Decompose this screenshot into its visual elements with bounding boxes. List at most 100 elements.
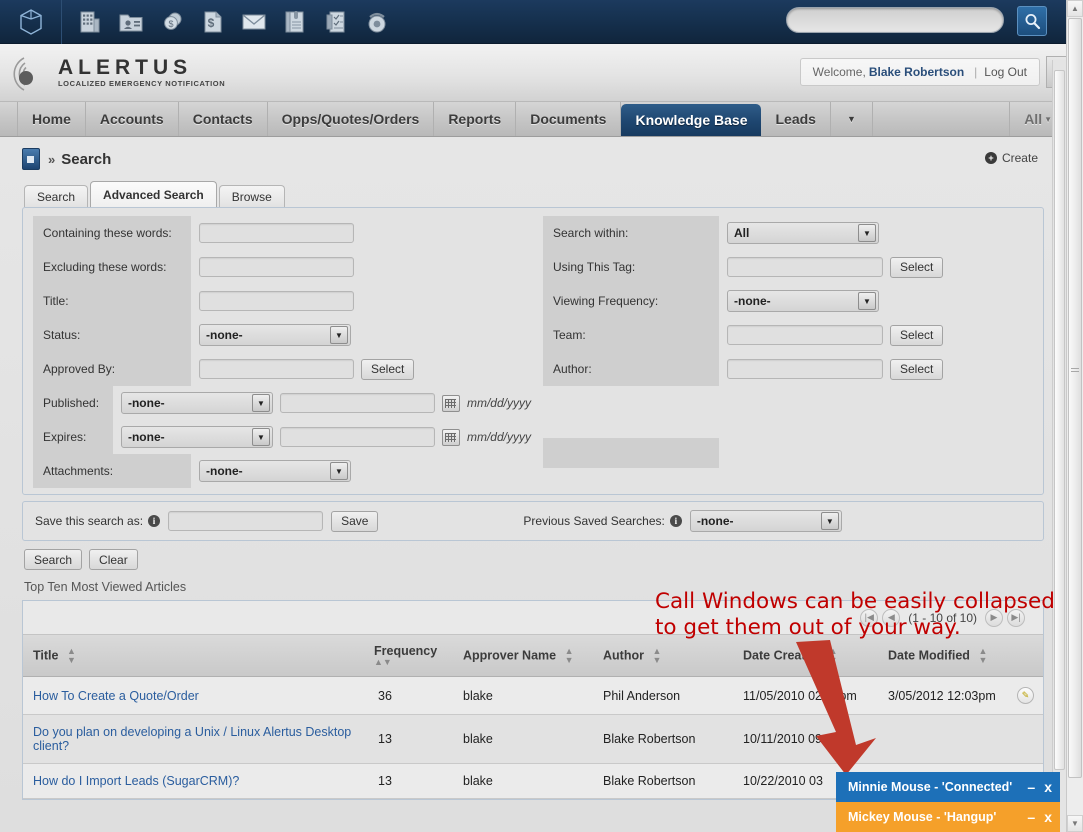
field-label: Expires:	[33, 420, 113, 454]
expires-operator-select[interactable]: -none- ▼	[120, 426, 273, 448]
title-input[interactable]	[199, 291, 354, 311]
status-select-value: -none-	[206, 328, 243, 342]
nav-tab-leads[interactable]: Leads	[761, 102, 831, 136]
info-icon[interactable]: i	[669, 515, 682, 527]
nav-tab-knowledge-base[interactable]: Knowledge Base	[621, 104, 762, 136]
nav-tab-opps-quotes-orders[interactable]: Opps/Quotes/Orders	[268, 102, 435, 136]
notebook-icon[interactable]	[283, 9, 307, 35]
minimize-icon[interactable]: –	[1027, 809, 1035, 825]
tab-search[interactable]: Search	[24, 185, 89, 207]
attachments-select[interactable]: -none- ▼	[199, 460, 351, 482]
pencil-icon[interactable]: ✎	[1017, 687, 1034, 704]
field-status: Status: -none- ▼	[33, 318, 531, 352]
column-header-frequency[interactable]: Frequency ▲▼	[368, 635, 453, 677]
close-icon[interactable]: x	[1044, 809, 1052, 825]
save-search-input[interactable]	[168, 511, 324, 531]
minimize-icon[interactable]: –	[1027, 779, 1035, 795]
field-label: Title:	[33, 284, 191, 318]
field-label: Search within:	[543, 216, 719, 250]
nav-tab-contacts[interactable]: Contacts	[179, 102, 268, 136]
nav-tab-home[interactable]: Home	[18, 102, 86, 136]
calendar-icon[interactable]	[441, 394, 460, 412]
coins-icon[interactable]: $	[160, 9, 184, 35]
previous-saved-searches-select[interactable]: -none- ▼	[689, 510, 842, 532]
global-toolbar: $ $	[0, 0, 1066, 44]
nav-more-button[interactable]: ▼	[831, 102, 873, 136]
tab-browse[interactable]: Browse	[218, 185, 285, 207]
published-operator-select[interactable]: -none- ▼	[120, 392, 273, 414]
brand-header: ALERTUS LOCALIZED EMERGENCY NOTIFICATION…	[0, 44, 1066, 102]
team-input[interactable]	[727, 325, 883, 345]
field-search-within: Search within: All ▼	[543, 216, 1033, 250]
team-select-button[interactable]: Select	[890, 324, 944, 346]
global-search-button[interactable]	[1017, 6, 1047, 36]
column-header-author[interactable]: Author ▲ ▼	[593, 635, 733, 677]
checklist-icon[interactable]	[324, 9, 348, 35]
field-label: Team:	[543, 318, 719, 352]
article-link[interactable]: How do I Import Leads (SugarCRM)?	[33, 774, 239, 788]
scrollbar-thumb[interactable]	[1068, 18, 1082, 778]
right-column-filler	[543, 438, 719, 468]
approved-by-select-button[interactable]: Select	[361, 358, 415, 380]
column-header-actions	[1007, 635, 1043, 677]
call-window-title: Minnie Mouse - 'Connected'	[848, 780, 1013, 794]
scroll-up-icon[interactable]: ▲	[1067, 0, 1083, 17]
global-search-box[interactable]	[786, 7, 1004, 33]
cell-title: Do you plan on developing a Unix / Linux…	[23, 714, 368, 764]
app-logo-cube[interactable]	[0, 0, 62, 44]
author-input[interactable]	[727, 359, 883, 379]
building-icon[interactable]	[78, 9, 102, 35]
field-viewing-frequency: Viewing Frequency: -none- ▼	[543, 284, 1033, 318]
search-within-select[interactable]: All ▼	[727, 222, 879, 244]
vertical-scrollbar[interactable]: ▲ ▼	[1066, 0, 1083, 832]
advanced-search-panel: Containing these words: Excluding these …	[22, 207, 1044, 495]
status-select[interactable]: -none- ▼	[199, 324, 351, 346]
chevron-down-icon: ▼	[251, 428, 270, 446]
search-button[interactable]: Search	[24, 549, 83, 570]
column-header-title[interactable]: Title ▲ ▼	[23, 635, 368, 677]
close-icon[interactable]: x	[1044, 779, 1052, 795]
article-link[interactable]: Do you plan on developing a Unix / Linux…	[33, 725, 351, 753]
calendar-icon[interactable]	[441, 428, 460, 446]
inner-scrollbar-thumb[interactable]	[1054, 70, 1065, 770]
published-date-input[interactable]	[279, 393, 435, 413]
info-icon[interactable]: i	[148, 515, 161, 527]
telephone-icon[interactable]	[365, 9, 389, 35]
save-search-button[interactable]: Save	[331, 510, 379, 532]
excluding-words-input[interactable]	[199, 257, 354, 277]
scroll-down-icon[interactable]: ▼	[1067, 815, 1083, 832]
nav-tab-documents[interactable]: Documents	[516, 102, 622, 136]
nav-tab-accounts[interactable]: Accounts	[86, 102, 179, 136]
cell-author: Phil Anderson	[593, 676, 733, 715]
right-column-spacer	[543, 386, 1033, 438]
dollar-document-icon[interactable]: $	[201, 9, 225, 35]
envelope-icon[interactable]	[242, 9, 266, 35]
tab-advanced-search[interactable]: Advanced Search	[90, 181, 217, 207]
tag-select-button[interactable]: Select	[890, 256, 944, 278]
call-window-mickey-mouse[interactable]: Mickey Mouse - 'Hangup' – x	[836, 802, 1060, 832]
using-this-tag-input[interactable]	[727, 257, 883, 277]
field-using-this-tag: Using This Tag: Select	[543, 250, 1033, 284]
nav-tab-reports[interactable]: Reports	[434, 102, 517, 136]
create-button[interactable]: + Create	[984, 151, 1038, 165]
approved-by-input[interactable]	[199, 359, 354, 379]
magnifier-icon	[1025, 13, 1040, 29]
global-search-input[interactable]	[787, 8, 1003, 32]
welcome-prefix: Welcome,	[812, 65, 866, 79]
attachments-select-value: -none-	[206, 464, 243, 478]
expires-date-input[interactable]	[279, 427, 435, 447]
author-select-button[interactable]: Select	[890, 358, 944, 380]
cell-actions: ✎	[1007, 676, 1043, 715]
containing-words-input[interactable]	[199, 223, 354, 243]
column-header-approver-name[interactable]: Approver Name ▲ ▼	[453, 635, 593, 677]
logout-link[interactable]: Log Out	[984, 65, 1027, 79]
call-window-minnie-mouse[interactable]: Minnie Mouse - 'Connected' – x	[836, 772, 1060, 802]
inner-vertical-scrollbar[interactable]	[1052, 60, 1066, 832]
article-link[interactable]: How To Create a Quote/Order	[33, 689, 199, 703]
page-title: Search	[61, 150, 112, 168]
sort-icon: ▲▼	[66, 645, 76, 665]
chevron-down-icon: ▼	[846, 114, 856, 124]
viewing-frequency-select[interactable]: -none- ▼	[727, 290, 879, 312]
clear-button[interactable]: Clear	[89, 549, 138, 570]
contact-card-icon[interactable]	[119, 9, 143, 35]
